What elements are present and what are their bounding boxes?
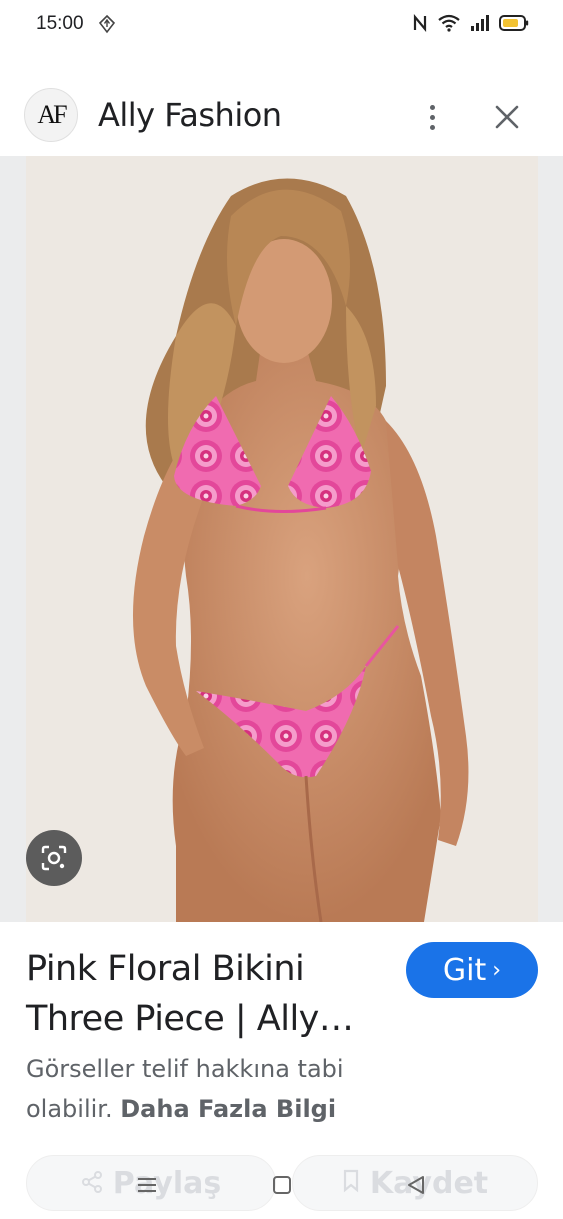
nfc-icon (412, 14, 428, 32)
more-info-link[interactable]: Daha Fazla Bilgi (120, 1095, 336, 1123)
status-icons (412, 14, 529, 32)
chevron-right-icon: › (492, 957, 502, 983)
visit-button[interactable]: Git › (406, 942, 538, 998)
signal-icon (470, 14, 490, 32)
site-header: AF Ally Fashion (0, 80, 563, 154)
system-nav-bar (0, 1162, 563, 1206)
result-title[interactable]: Pink Floral Bikini Three Piece | Ally… (26, 944, 396, 1044)
back-triangle-icon[interactable] (403, 1172, 429, 1198)
more-vert-icon[interactable] (418, 100, 446, 134)
navigation-icon (98, 14, 116, 34)
image-preview-area (0, 156, 563, 922)
site-logo[interactable]: AF (24, 88, 78, 142)
lens-icon[interactable] (26, 830, 82, 886)
status-bar: 15:00 (0, 0, 563, 50)
product-image[interactable] (26, 156, 538, 922)
status-time: 15:00 (36, 13, 84, 34)
copyright-notice: Görseller telif hakkına tabi olabilir. D… (26, 1049, 406, 1129)
battery-icon (499, 14, 529, 32)
close-icon[interactable] (492, 102, 522, 132)
home-square-icon[interactable] (269, 1172, 295, 1198)
menu-icon[interactable] (134, 1172, 160, 1198)
site-title[interactable]: Ally Fashion (98, 96, 282, 134)
visit-button-label: Git (442, 952, 487, 988)
wifi-icon (437, 14, 461, 32)
